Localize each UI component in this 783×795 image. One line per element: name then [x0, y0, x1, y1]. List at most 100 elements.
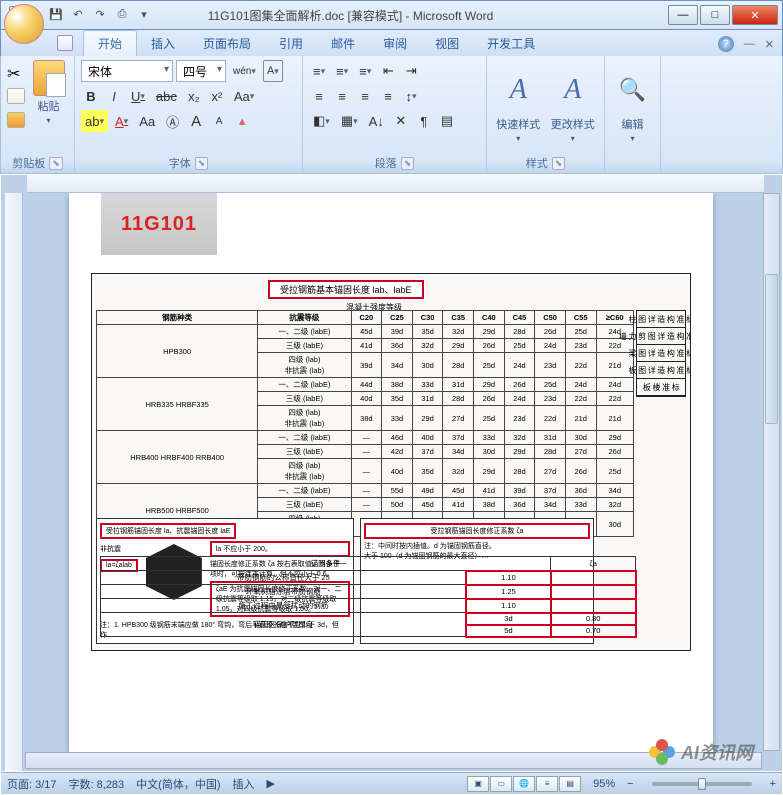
- align-right-button[interactable]: ≡: [355, 85, 375, 107]
- zoom-slider[interactable]: [652, 782, 752, 786]
- horizontal-ruler[interactable]: [27, 175, 764, 193]
- paste-button[interactable]: 粘贴 ▾: [29, 60, 68, 155]
- zh-title: 受拉钢筋锚固长度修正系数 ζa: [364, 523, 590, 539]
- qat-more[interactable]: ▾: [136, 6, 152, 22]
- format-painter-icon[interactable]: [7, 112, 25, 128]
- font-launcher[interactable]: ⬊: [195, 157, 209, 170]
- superscript-button[interactable]: x²: [207, 85, 227, 107]
- borders-button[interactable]: ▦: [337, 110, 362, 132]
- zoom-in[interactable]: +: [770, 778, 776, 790]
- multilevel-button[interactable]: ≡: [355, 60, 375, 82]
- watermark: AI资讯网: [649, 739, 753, 765]
- phonetic-guide-button[interactable]: wén: [229, 60, 260, 82]
- decrease-indent-button[interactable]: ⇤: [378, 60, 398, 82]
- view-outline[interactable]: ≡: [536, 776, 558, 792]
- office-button[interactable]: [4, 4, 44, 44]
- line-spacing-button[interactable]: ↕: [401, 85, 421, 107]
- change-styles-button[interactable]: A 更改样式▾: [548, 60, 599, 155]
- edit-find-button[interactable]: 🔍 编辑▾: [611, 60, 654, 155]
- view-full-screen[interactable]: ▭: [490, 776, 512, 792]
- change-styles-icon: A: [564, 66, 581, 114]
- highlight-button[interactable]: ab: [81, 110, 108, 132]
- cut-icon[interactable]: ✂: [7, 64, 25, 80]
- numbering-button[interactable]: ≡: [332, 60, 352, 82]
- group-clipboard: ✂ 粘贴 ▾ 剪贴板 ⬊: [1, 56, 75, 173]
- vscroll-thumb[interactable]: [765, 274, 778, 424]
- increase-indent-button[interactable]: ⇥: [401, 60, 421, 82]
- para-launcher[interactable]: ⬊: [401, 157, 415, 170]
- view-draft[interactable]: ▤: [559, 776, 581, 792]
- font-name-combo[interactable]: 宋体: [81, 60, 173, 82]
- minimize-ribbon-icon[interactable]: —: [744, 38, 755, 50]
- tab-dev[interactable]: 开发工具: [473, 31, 549, 56]
- view-web[interactable]: 🌐: [513, 776, 535, 792]
- snap-button[interactable]: ✕: [391, 110, 411, 132]
- align-center-button[interactable]: ≡: [332, 85, 352, 107]
- group-font: 宋体 四号 wén A B I U abc x₂ x² Aa ab A Aa Ⓐ…: [75, 56, 303, 173]
- grow-font-button[interactable]: A: [186, 110, 206, 132]
- font-size-combo[interactable]: 四号: [176, 60, 226, 82]
- close-button[interactable]: ✕: [732, 5, 778, 25]
- scanned-table-image: 受拉钢筋基本锚固长度 lab、labE 混凝土强度等级 钢筋种类 抗震等级 C2…: [91, 273, 691, 651]
- shading-button[interactable]: ◧: [309, 110, 334, 132]
- clipboard-label: 剪贴板: [12, 155, 45, 171]
- zoom-out[interactable]: −: [627, 778, 633, 790]
- clear-format-button[interactable]: ▴: [232, 110, 252, 132]
- quick-access-toolbar: 💾 ↶ ↷ ⎙ ▾: [48, 6, 152, 22]
- tab-review[interactable]: 审阅: [369, 31, 421, 56]
- qat-save[interactable]: 💾: [48, 6, 64, 22]
- qat-print[interactable]: ⎙: [114, 6, 130, 22]
- group-paragraph: ≡ ≡ ≡ ⇤ ⇥ ≡ ≡ ≡ ≡ ↕ ◧ ▦ A↓ ✕ ¶ ▤ 段落⬊: [303, 56, 487, 173]
- zoom-value[interactable]: 95%: [593, 778, 615, 790]
- styles-launcher[interactable]: ⬊: [552, 157, 566, 170]
- align-justify-button[interactable]: ≡: [378, 85, 398, 107]
- font-label: 字体: [169, 155, 191, 171]
- sort-button[interactable]: A↓: [365, 110, 388, 132]
- th-c25: C25: [382, 311, 413, 325]
- qat-undo[interactable]: ↶: [70, 6, 86, 22]
- strike-button[interactable]: abc: [152, 85, 181, 107]
- status-words[interactable]: 字数: 8,283: [69, 776, 125, 792]
- bullets-button[interactable]: ≡: [309, 60, 329, 82]
- copy-icon[interactable]: [7, 88, 25, 104]
- change-case-button[interactable]: Aa: [230, 85, 258, 107]
- show-marks-button[interactable]: ¶: [414, 110, 434, 132]
- tab-home[interactable]: 开始: [83, 30, 137, 56]
- status-page[interactable]: 页面: 3/17: [7, 776, 57, 792]
- status-bar: 页面: 3/17 字数: 8,283 中文(简体，中国) 插入 ▶ ▣ ▭ 🌐 …: [1, 772, 782, 794]
- status-insert[interactable]: 插入: [233, 776, 255, 792]
- tab-ref[interactable]: 引用: [265, 31, 317, 56]
- minimize-button[interactable]: —: [668, 5, 698, 25]
- th-grade: 抗震等级: [258, 311, 351, 325]
- vertical-scrollbar[interactable]: [763, 193, 780, 751]
- styles-label: 样式: [526, 155, 548, 171]
- zoom-thumb[interactable]: [698, 778, 706, 790]
- th-c55: C55: [565, 311, 596, 325]
- close-doc-icon[interactable]: ✕: [765, 38, 774, 51]
- tab-layout[interactable]: 页面布局: [189, 31, 265, 56]
- quick-styles-button[interactable]: A 快速样式▾: [493, 60, 544, 155]
- enclose-char-button[interactable]: Ⓐ: [162, 110, 183, 132]
- vertical-ruler[interactable]: [5, 193, 23, 771]
- tab-insert[interactable]: 插入: [137, 31, 189, 56]
- italic-button[interactable]: I: [104, 85, 124, 107]
- clipboard-launcher[interactable]: ⬊: [49, 157, 63, 170]
- maximize-button[interactable]: □: [700, 5, 730, 25]
- edit-label: 编辑: [622, 116, 644, 132]
- view-print-layout[interactable]: ▣: [467, 776, 489, 792]
- subscript-button[interactable]: x₂: [184, 85, 204, 107]
- align-left-button[interactable]: ≡: [309, 85, 329, 107]
- tab-mail[interactable]: 邮件: [317, 31, 369, 56]
- status-macro-icon[interactable]: ▶: [267, 777, 275, 790]
- bold-button[interactable]: B: [81, 85, 101, 107]
- shrink-font-button[interactable]: A: [209, 110, 229, 132]
- font-color-button[interactable]: A: [111, 110, 132, 132]
- help-icon[interactable]: ?: [718, 36, 734, 52]
- char-border-button[interactable]: A: [263, 60, 283, 82]
- tab-view[interactable]: 视图: [421, 31, 473, 56]
- qat-redo[interactable]: ↷: [92, 6, 108, 22]
- status-lang[interactable]: 中文(简体，中国): [136, 776, 220, 792]
- grid-button[interactable]: ▤: [437, 110, 457, 132]
- underline-button[interactable]: U: [127, 85, 149, 107]
- char-case-button[interactable]: Aa: [135, 110, 159, 132]
